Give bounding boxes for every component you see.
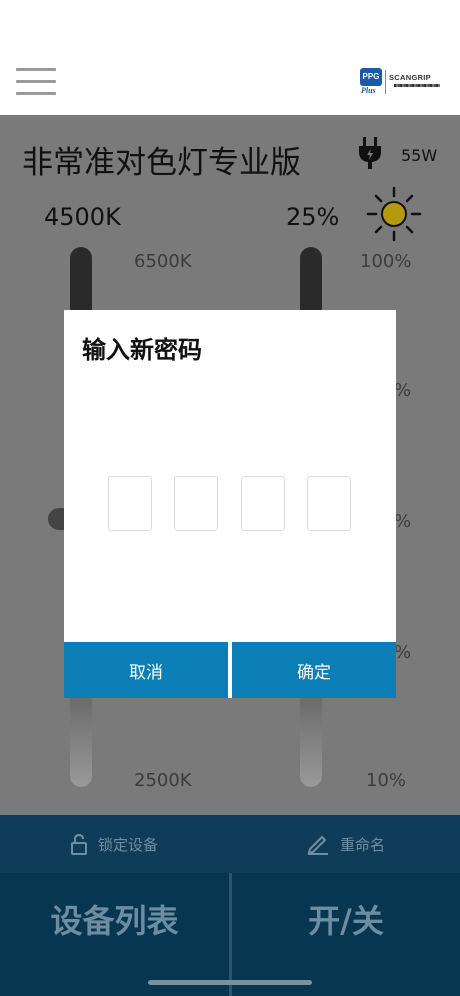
plug-icon [359,137,381,169]
ppg-scangrip-logo: PPG Plus SCANGRIP [360,68,444,96]
power-toggle-button[interactable]: 开/关 [232,873,460,965]
brightness-tick-label: % [394,642,412,663]
pin-digit-3[interactable] [241,476,285,531]
device-list-button[interactable]: 设备列表 [0,873,229,965]
lock-device-label: 锁定设备 [98,835,159,854]
pin-digit-2[interactable] [174,476,218,531]
pin-digit-4[interactable] [307,476,351,531]
cancel-button[interactable]: 取消 [64,642,228,698]
power-readout: 55W [401,146,438,165]
color-temp-value: 4500K [44,203,121,231]
rename-label: 重命名 [340,835,386,854]
rename-button[interactable]: 重命名 [306,833,385,855]
pencil-icon [307,835,328,855]
color-temp-max-label: 6500K [134,251,192,272]
confirm-button[interactable]: 确定 [232,642,396,698]
brightness-min-label: 10% [366,770,407,791]
device-title: 非常准对色灯专业版 [22,145,301,181]
dialog-title: 输入新密码 [82,336,202,364]
brightness-tick-label: % [394,511,412,532]
brightness-value: 25% [286,203,340,231]
app-header: PPG Plus SCANGRIP [0,0,460,115]
new-password-dialog: 输入新密码 取消 确定 [64,310,396,698]
sun-icon [366,186,422,242]
unlock-icon [71,833,87,855]
color-temp-min-label: 2500K [134,770,192,791]
home-indicator[interactable] [148,980,312,985]
lock-device-button[interactable]: 锁定设备 [70,833,158,855]
brightness-tick-label: % [394,380,412,401]
brightness-max-label: 100% [360,251,412,272]
pin-digit-1[interactable] [108,476,152,531]
bottom-nav: 设备列表 开/关 [0,873,460,996]
hamburger-menu-icon[interactable] [16,68,56,96]
device-toolbar: 锁定设备 重命名 [0,815,460,873]
